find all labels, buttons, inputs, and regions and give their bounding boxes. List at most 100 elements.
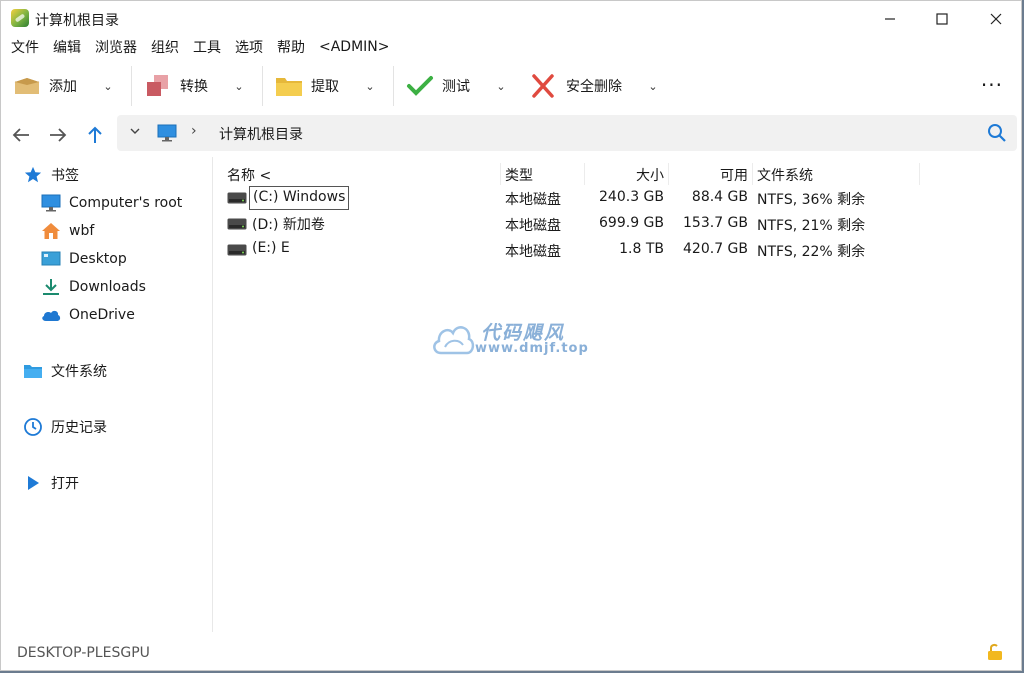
- menu-organize[interactable]: 组织: [151, 37, 179, 57]
- sidebar-item-downloads[interactable]: Downloads: [41, 277, 146, 297]
- title-bar: 计算机根目录: [1, 1, 1021, 36]
- back-button[interactable]: [9, 123, 33, 147]
- column-header-filesystem[interactable]: 文件系统: [757, 165, 813, 185]
- file-free: 88.4 GB: [691, 189, 748, 205]
- test-label: 测试: [442, 79, 470, 95]
- table-row[interactable]: (C:) Windows 本地磁盘 240.3 GB 88.4 GB NTFS,…: [215, 185, 915, 211]
- sidebar-item-label: Downloads: [69, 279, 146, 295]
- sidebar-item-label: wbf: [69, 223, 95, 239]
- add-dropdown[interactable]: ⌄: [97, 75, 119, 97]
- file-filesystem: NTFS, 21% 剩余: [757, 218, 866, 234]
- folder-icon: [275, 74, 303, 98]
- sidebar-open-label: 打开: [51, 476, 79, 492]
- sidebar-item-desktop[interactable]: Desktop: [41, 249, 127, 269]
- file-list: 名称 < 类型 大小 可用 文件系统 (C:) Windows 本地磁盘 240…: [215, 157, 1021, 632]
- more-options-button[interactable]: ···: [981, 73, 1003, 97]
- path-separator-icon: ›: [191, 123, 197, 139]
- column-divider[interactable]: [668, 163, 669, 185]
- extract-dropdown[interactable]: ⌄: [359, 75, 381, 97]
- table-row[interactable]: (E:) E 本地磁盘 1.8 TB 420.7 GB NTFS, 22% 剩余: [215, 237, 915, 263]
- navigation-bar: › 计算机根目录: [1, 115, 1021, 155]
- separator: [262, 66, 263, 106]
- add-button[interactable]: 添加: [13, 66, 77, 106]
- sidebar-item-label: Computer's root: [69, 195, 183, 211]
- secure-delete-dropdown[interactable]: ⌄: [642, 75, 664, 97]
- file-name: (C:) Windows: [249, 186, 350, 210]
- column-header-type[interactable]: 类型: [505, 165, 533, 185]
- menu-admin[interactable]: <ADMIN>: [319, 39, 390, 55]
- column-header-free[interactable]: 可用: [673, 165, 748, 185]
- status-bar: DESKTOP-PLESGPU: [1, 637, 1021, 671]
- minimize-button[interactable]: [867, 1, 913, 36]
- chevron-down-icon: ⌄: [648, 79, 658, 93]
- sidebar-filesystem-label: 文件系统: [51, 364, 107, 380]
- close-button[interactable]: [973, 1, 1019, 36]
- convert-button[interactable]: 转换: [144, 66, 208, 106]
- menu-tools[interactable]: 工具: [193, 37, 221, 57]
- drive-icon: [227, 192, 247, 204]
- test-dropdown[interactable]: ⌄: [490, 75, 512, 97]
- menu-edit[interactable]: 编辑: [53, 37, 81, 57]
- sidebar-bookmarks-label: 书签: [51, 168, 79, 184]
- computer-name: DESKTOP-PLESGPU: [17, 645, 150, 661]
- cloud-icon: [41, 305, 61, 325]
- window-title: 计算机根目录: [35, 13, 119, 29]
- extract-button[interactable]: 提取: [275, 66, 339, 106]
- watermark: 代码飓风 www.dmjf.top: [431, 317, 601, 361]
- folder-icon: [23, 361, 43, 381]
- column-header-size[interactable]: 大小: [589, 165, 664, 185]
- search-button[interactable]: [987, 123, 1007, 143]
- column-header-name[interactable]: 名称 <: [227, 165, 271, 185]
- extract-label: 提取: [311, 79, 339, 95]
- menu-browser[interactable]: 浏览器: [95, 37, 137, 57]
- arrow-left-icon: [12, 128, 29, 142]
- column-divider[interactable]: [752, 163, 753, 185]
- sidebar-item-wbf[interactable]: wbf: [41, 221, 94, 241]
- maximize-button[interactable]: [919, 1, 965, 36]
- chevron-down-icon: ⌄: [496, 79, 506, 93]
- lock-icon[interactable]: [987, 643, 1003, 661]
- toolbar: 添加 ⌄ 转换 ⌄ 提取 ⌄ 测试 ⌄ 安全删除 ⌄ ···: [1, 61, 1021, 111]
- address-path[interactable]: 计算机根目录: [219, 124, 303, 144]
- download-icon: [41, 277, 61, 297]
- secure-delete-button[interactable]: 安全删除: [530, 66, 622, 106]
- file-type: 本地磁盘: [505, 218, 561, 234]
- column-divider[interactable]: [500, 163, 501, 185]
- sidebar-bookmarks[interactable]: 书签: [23, 165, 79, 185]
- separator: [131, 66, 132, 106]
- menu-help[interactable]: 帮助: [277, 37, 305, 57]
- sidebar-open[interactable]: 打开: [23, 473, 79, 493]
- minimize-icon: [885, 17, 895, 20]
- chevron-down-icon: ⌄: [103, 79, 113, 93]
- file-type: 本地磁盘: [505, 244, 561, 260]
- delete-x-icon: [530, 74, 558, 98]
- maximize-icon: [936, 12, 948, 25]
- search-icon: [988, 124, 1006, 142]
- sidebar-history[interactable]: 历史记录: [23, 417, 107, 437]
- up-button[interactable]: [83, 123, 107, 147]
- computer-icon: [157, 124, 177, 142]
- sidebar-item-computers-root[interactable]: Computer's root: [41, 193, 182, 213]
- sidebar-item-label: Desktop: [69, 251, 127, 267]
- menu-bar: 文件 编辑 浏览器 组织 工具 选项 帮助 <ADMIN>: [1, 36, 1021, 58]
- test-button[interactable]: 测试: [406, 66, 470, 106]
- file-size: 240.3 GB: [599, 189, 664, 205]
- convert-icon: [144, 74, 172, 98]
- menu-file[interactable]: 文件: [11, 37, 39, 57]
- sidebar: 书签 Computer's root wbf Desktop Downloads: [1, 157, 213, 632]
- address-bar[interactable]: › 计算机根目录: [117, 115, 1017, 151]
- arrow-up-icon: [88, 126, 102, 143]
- sidebar-item-onedrive[interactable]: OneDrive: [41, 305, 135, 325]
- sidebar-filesystem[interactable]: 文件系统: [23, 361, 107, 381]
- monitor-icon: [41, 193, 61, 213]
- close-icon: [990, 13, 1002, 24]
- forward-button[interactable]: [46, 123, 70, 147]
- history-dropdown[interactable]: [129, 125, 141, 141]
- column-divider[interactable]: [919, 163, 920, 185]
- app-window: 计算机根目录 文件 编辑 浏览器 组织 工具 选项 帮助 <ADMIN> 添加 …: [0, 0, 1022, 671]
- menu-options[interactable]: 选项: [235, 37, 263, 57]
- table-row[interactable]: (D:) 新加卷 本地磁盘 699.9 GB 153.7 GB NTFS, 21…: [215, 211, 915, 237]
- convert-dropdown[interactable]: ⌄: [228, 75, 250, 97]
- column-divider[interactable]: [584, 163, 585, 185]
- arrow-right-icon: [50, 128, 67, 142]
